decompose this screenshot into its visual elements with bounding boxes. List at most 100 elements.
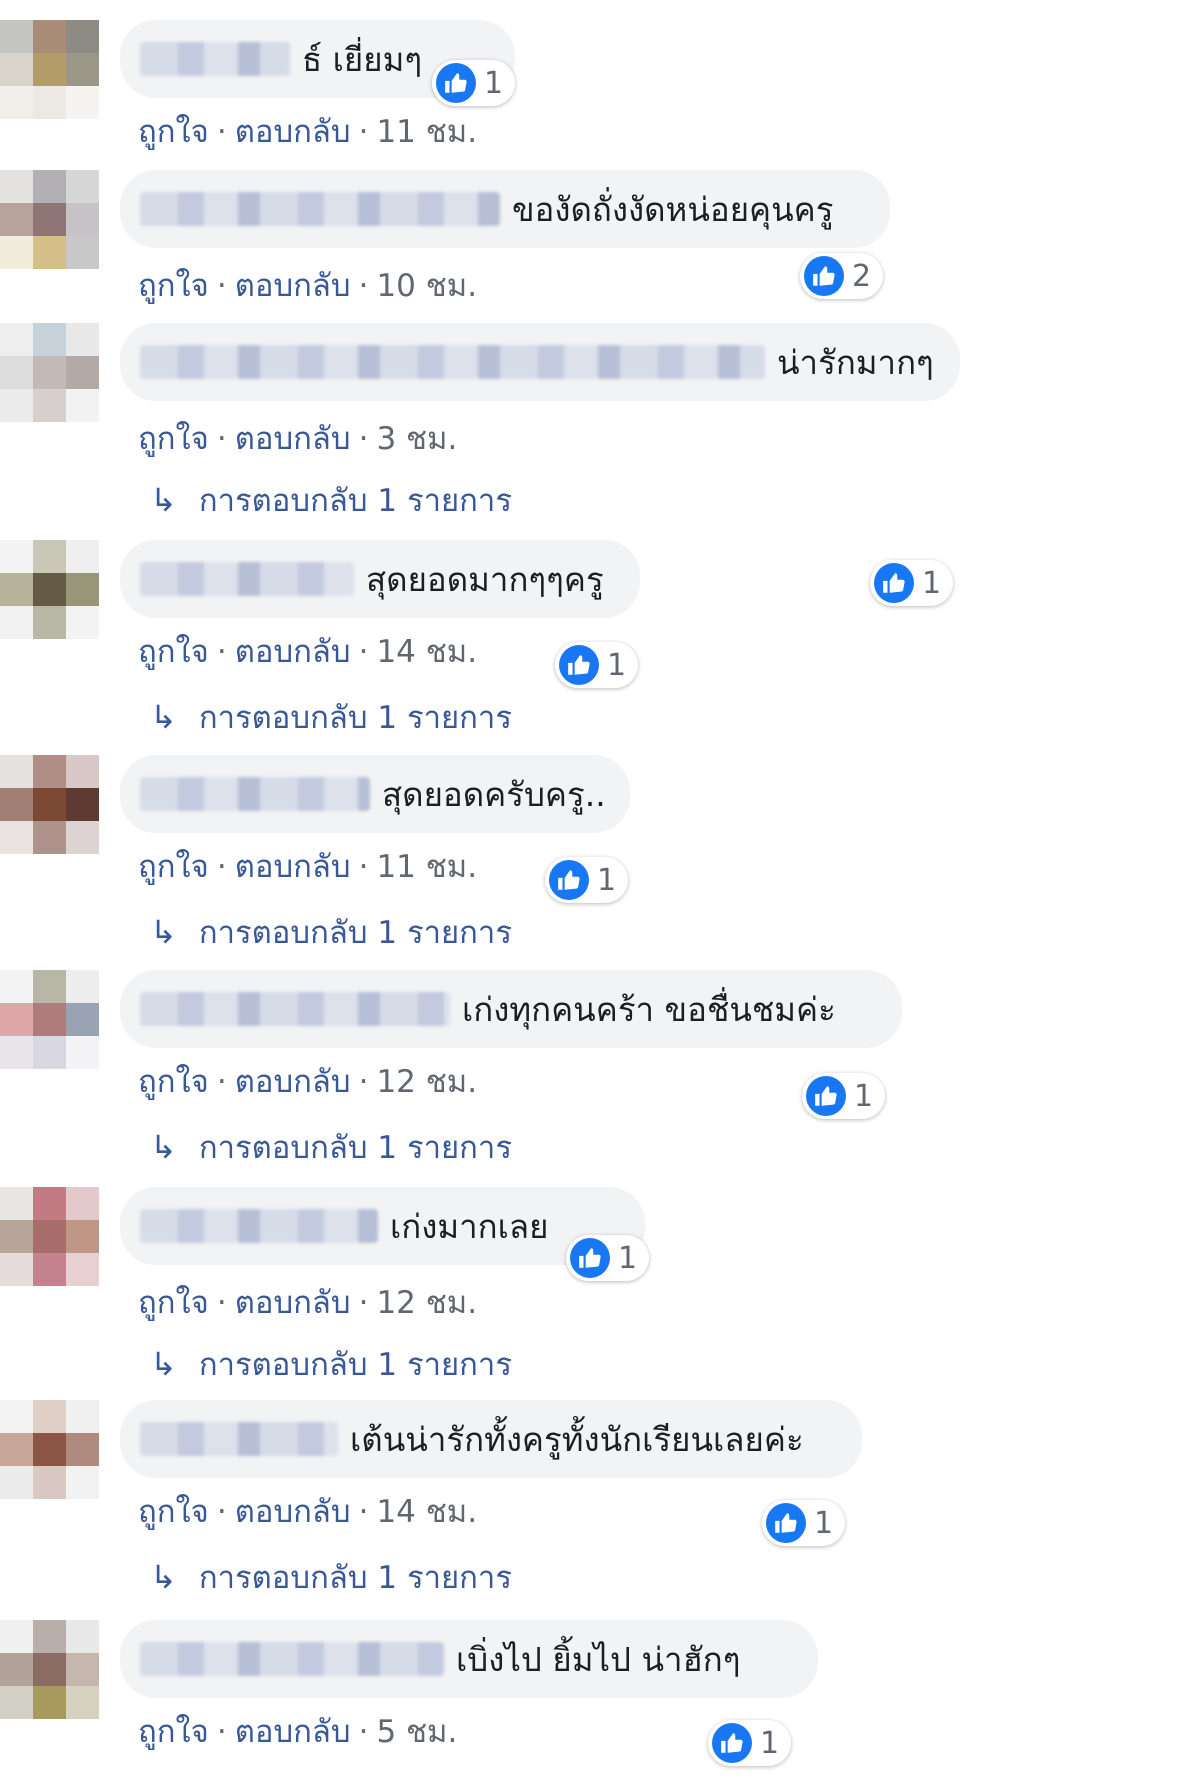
like-link[interactable]: ถูกใจ <box>138 268 209 304</box>
view-replies-link[interactable]: ↳ การตอบกลับ 1 รายการ <box>150 1339 512 1389</box>
like-link[interactable]: ถูกใจ <box>138 1285 209 1321</box>
view-replies-link[interactable]: ↳ การตอบกลับ 1 รายการ <box>150 475 512 525</box>
reaction-summary[interactable]: 1 <box>545 857 629 903</box>
like-link[interactable]: ถูกใจ <box>138 1714 209 1750</box>
separator: · <box>358 1714 369 1750</box>
reply-link[interactable]: ตอบกลับ <box>235 1064 351 1100</box>
timestamp[interactable]: 5 ชม. <box>376 1714 457 1750</box>
separator: · <box>358 1064 369 1100</box>
avatar[interactable] <box>0 540 99 639</box>
reaction-count: 2 <box>852 258 872 294</box>
author-name-redacted[interactable] <box>140 345 765 379</box>
reply-link[interactable]: ตอบกลับ <box>235 1285 351 1321</box>
reaction-summary[interactable]: 1 <box>555 642 639 688</box>
comment-actions: ถูกใจ · ตอบกลับ · 3 ชม. <box>138 413 457 463</box>
like-icon <box>804 256 844 296</box>
like-icon <box>712 1723 752 1763</box>
view-replies-link[interactable]: ↳ การตอบกลับ 1 รายการ <box>150 1552 512 1602</box>
separator: · <box>216 849 227 885</box>
reaction-summary[interactable]: 1 <box>708 1720 792 1766</box>
reply-link[interactable]: ตอบกลับ <box>235 849 351 885</box>
timestamp[interactable]: 11 ชม. <box>376 114 477 150</box>
reaction-summary[interactable]: 1 <box>432 60 516 106</box>
replies-count-label: การตอบกลับ 1 รายการ <box>198 1560 512 1596</box>
author-name-redacted[interactable] <box>140 1642 444 1676</box>
separator: · <box>216 1064 227 1100</box>
avatar[interactable] <box>0 323 99 422</box>
author-name-redacted[interactable] <box>140 562 354 596</box>
timestamp[interactable]: 14 ชม. <box>376 634 477 670</box>
reply-link[interactable]: ตอบกลับ <box>235 421 351 457</box>
separator: · <box>358 421 369 457</box>
like-link[interactable]: ถูกใจ <box>138 1064 209 1100</box>
replies-count-label: การตอบกลับ 1 รายการ <box>198 1130 512 1166</box>
author-name-redacted[interactable] <box>140 777 370 811</box>
like-link[interactable]: ถูกใจ <box>138 114 209 150</box>
author-name-redacted[interactable] <box>140 992 450 1026</box>
reply-link[interactable]: ตอบกลับ <box>235 114 351 150</box>
reaction-count: 1 <box>922 565 942 601</box>
reaction-summary[interactable]: 2 <box>800 253 884 299</box>
like-link[interactable]: ถูกใจ <box>138 1494 209 1530</box>
author-name-redacted[interactable] <box>140 42 290 76</box>
comment-bubble: เบิ่งไป ยิ้มไป น่าฮักๆ <box>120 1620 818 1698</box>
like-link[interactable]: ถูกใจ <box>138 421 209 457</box>
avatar[interactable] <box>0 1620 99 1719</box>
timestamp[interactable]: 12 ชม. <box>376 1064 477 1100</box>
comment-actions: ถูกใจ · ตอบกลับ · 12 ชม. <box>138 1056 477 1106</box>
like-icon <box>806 1076 846 1116</box>
author-name-redacted[interactable] <box>140 1422 338 1456</box>
avatar[interactable] <box>0 1400 99 1499</box>
reply-link[interactable]: ตอบกลับ <box>235 634 351 670</box>
timestamp[interactable]: 11 ชม. <box>376 849 477 885</box>
separator: · <box>216 114 227 150</box>
comment-text: ของัดถั่งงัดหน่อยคุนครู <box>512 189 834 229</box>
avatar[interactable] <box>0 170 99 269</box>
reaction-count: 1 <box>618 1240 638 1276</box>
reaction-count: 1 <box>607 647 627 683</box>
timestamp[interactable]: 12 ชม. <box>376 1285 477 1321</box>
like-icon <box>766 1503 806 1543</box>
avatar[interactable] <box>0 1187 99 1286</box>
reply-link[interactable]: ตอบกลับ <box>235 268 351 304</box>
reaction-summary[interactable]: 1 <box>870 560 954 606</box>
comment-actions: ถูกใจ · ตอบกลับ · 14 ชม. <box>138 626 477 676</box>
replies-count-label: การตอบกลับ 1 รายการ <box>198 483 512 519</box>
author-name-redacted[interactable] <box>140 192 500 226</box>
separator: · <box>216 634 227 670</box>
reply-link[interactable]: ตอบกลับ <box>235 1714 351 1750</box>
comment-text: เต้นน่ารักทั้งครูทั้งนักเรียนเลยค่ะ <box>350 1419 804 1459</box>
reply-link[interactable]: ตอบกลับ <box>235 1494 351 1530</box>
separator: · <box>216 1494 227 1530</box>
reaction-summary[interactable]: 1 <box>566 1235 650 1281</box>
separator: · <box>358 1285 369 1321</box>
like-link[interactable]: ถูกใจ <box>138 634 209 670</box>
like-icon <box>549 860 589 900</box>
reaction-summary[interactable]: 1 <box>762 1500 846 1546</box>
view-replies-link[interactable]: ↳ การตอบกลับ 1 รายการ <box>150 692 512 742</box>
author-name-redacted[interactable] <box>140 1209 378 1243</box>
like-icon <box>436 63 476 103</box>
avatar[interactable] <box>0 970 99 1069</box>
reply-arrow-icon: ↳ <box>150 698 177 736</box>
reaction-count: 1 <box>484 65 504 101</box>
timestamp[interactable]: 3 ชม. <box>376 421 457 457</box>
replies-count-label: การตอบกลับ 1 รายการ <box>198 915 512 951</box>
like-link[interactable]: ถูกใจ <box>138 849 209 885</box>
comment-actions: ถูกใจ · ตอบกลับ · 5 ชม. <box>138 1706 457 1756</box>
view-replies-link[interactable]: ↳ การตอบกลับ 1 รายการ <box>150 1122 512 1172</box>
reaction-summary[interactable]: 1 <box>802 1073 886 1119</box>
view-replies-link[interactable]: ↳ การตอบกลับ 1 รายการ <box>150 907 512 957</box>
reply-arrow-icon: ↳ <box>150 1128 177 1166</box>
avatar[interactable] <box>0 20 99 119</box>
avatar[interactable] <box>0 755 99 854</box>
timestamp[interactable]: 14 ชม. <box>376 1494 477 1530</box>
comment-bubble: สุดยอดครับครู.. <box>120 755 630 833</box>
comment-text: เก่งทุกคนคร้า ขอชื่นชมค่ะ <box>462 989 836 1029</box>
comment-text: สุดยอดมากๆๆครู <box>366 559 604 599</box>
reply-arrow-icon: ↳ <box>150 1558 177 1596</box>
separator: · <box>358 268 369 304</box>
comment-actions: ถูกใจ · ตอบกลับ · 11 ชม. <box>138 106 477 156</box>
timestamp[interactable]: 10 ชม. <box>376 268 477 304</box>
like-icon <box>874 563 914 603</box>
